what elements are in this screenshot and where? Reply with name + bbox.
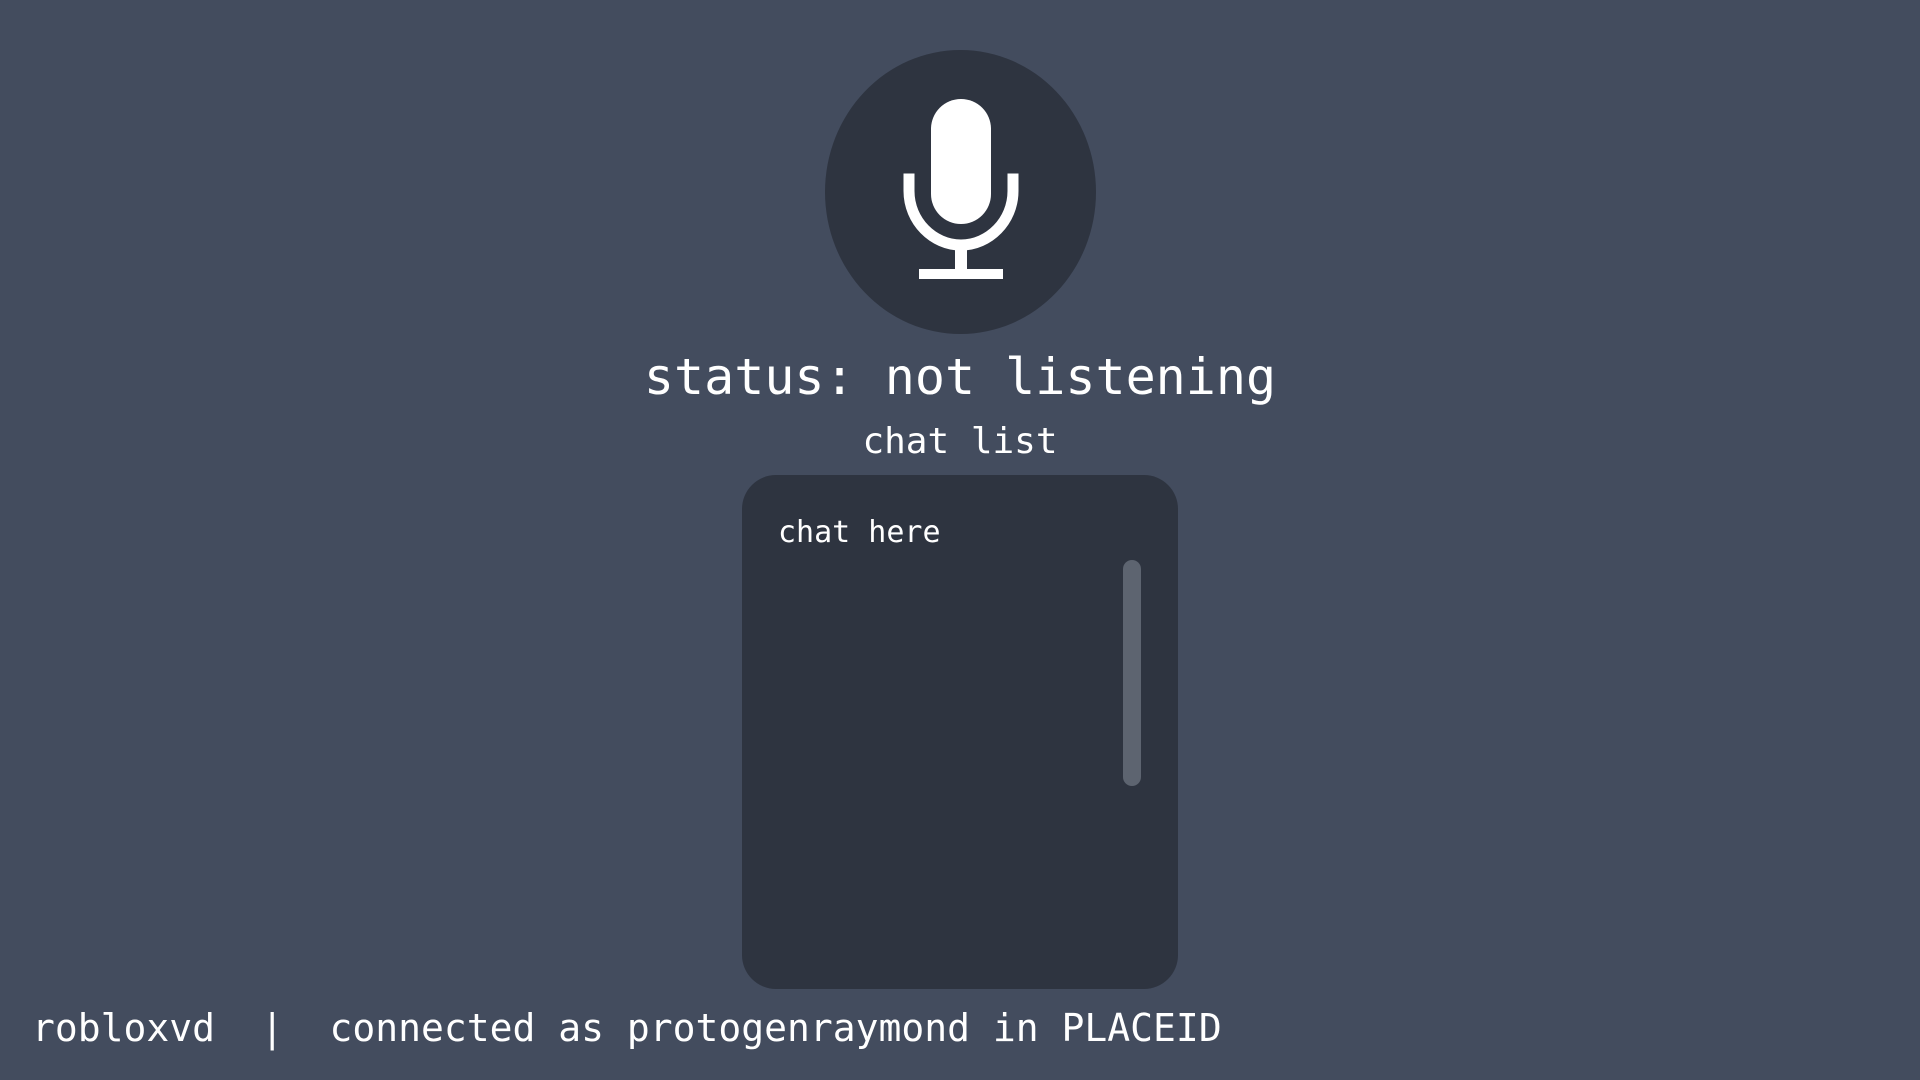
connection-status: connected as protogenraymond in PLACEID bbox=[329, 1006, 1222, 1050]
chat-scrollbar[interactable] bbox=[1123, 560, 1141, 786]
chat-list-panel[interactable]: chat here bbox=[742, 475, 1178, 989]
app-name: robloxvd bbox=[32, 1006, 216, 1050]
footer-separator: | bbox=[260, 1006, 284, 1050]
listening-status: status: not listening bbox=[643, 348, 1277, 406]
microphone-button[interactable] bbox=[825, 50, 1096, 334]
microphone-icon bbox=[903, 99, 1018, 279]
chat-list-heading: chat list bbox=[862, 421, 1058, 462]
connection-footer: robloxvd | connected as protogenraymond … bbox=[32, 1003, 1222, 1053]
chat-placeholder-text: chat here bbox=[778, 515, 941, 550]
